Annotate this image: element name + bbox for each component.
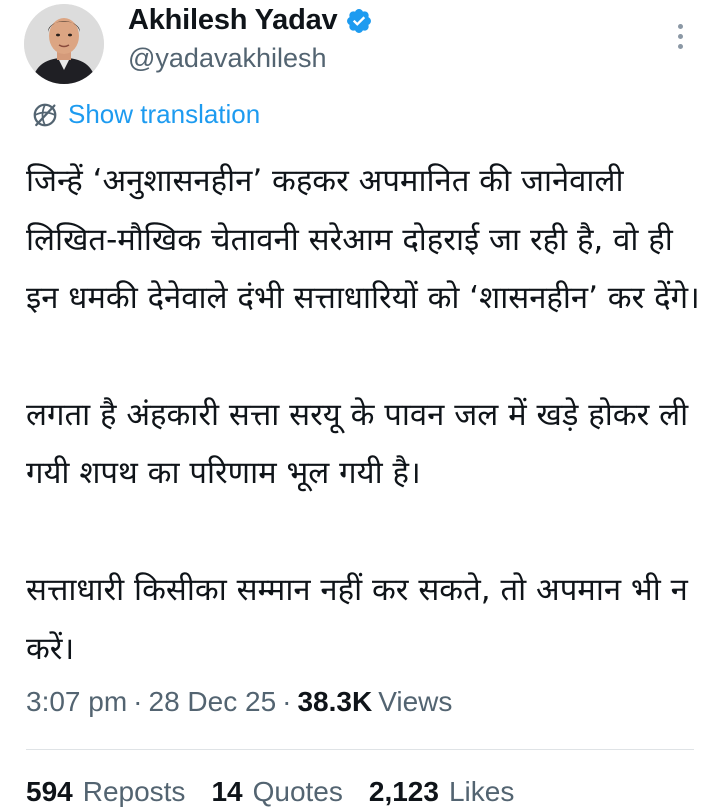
divider	[26, 749, 694, 750]
author-name-row[interactable]: Akhilesh Yadav	[128, 4, 373, 37]
quotes-count: 14	[211, 776, 243, 807]
quotes-label: Quotes	[252, 776, 343, 807]
show-translation-button[interactable]: Show translation	[30, 99, 260, 130]
author-display-name[interactable]: Akhilesh Yadav	[128, 4, 338, 37]
verified-badge-icon	[347, 8, 372, 33]
reposts-count: 594	[26, 776, 73, 807]
tweet-text: जिन्हें ‘अनुशासनहीन’ कहकर अपमानित की जान…	[26, 152, 701, 678]
likes-label: Likes	[448, 776, 515, 807]
more-dot-icon	[677, 33, 683, 39]
author-handle[interactable]: @yadavakhilesh	[128, 43, 327, 74]
likes-link[interactable]: 2,123 Likes	[369, 776, 514, 808]
avatar[interactable]	[24, 4, 104, 84]
tweet-date[interactable]: 28 Dec 25	[149, 686, 277, 718]
views-count[interactable]: 38.3K	[297, 686, 372, 718]
likes-count: 2,123	[368, 776, 439, 807]
more-options-button[interactable]	[668, 16, 692, 56]
tweet-meta: 3:07 pm · 28 Dec 25 · 38.3K Views	[26, 686, 452, 718]
views-label[interactable]: Views	[378, 686, 452, 718]
meta-separator: ·	[133, 686, 143, 717]
reposts-link[interactable]: 594 Reposts	[26, 776, 185, 808]
tweet-paragraph: लगता है अंहकारी सत्ता सरयू के पावन जल मे…	[26, 396, 689, 492]
show-translation-label[interactable]: Show translation	[68, 99, 260, 130]
more-dot-icon	[677, 43, 683, 49]
tweet-time[interactable]: 3:07 pm	[26, 686, 127, 718]
tweet-paragraph: जिन्हें ‘अनुशासनहीन’ कहकर अपमानित की जान…	[26, 163, 700, 317]
globe-slash-icon	[33, 103, 57, 126]
profile-photo	[24, 4, 104, 84]
tweet-paragraph: सत्ताधारी किसीका सम्मान नहीं कर सकते, तो…	[26, 571, 688, 667]
meta-separator: ·	[282, 686, 292, 717]
more-dot-icon	[677, 23, 683, 29]
reposts-label: Reposts	[82, 776, 186, 807]
engagement-stats: 594 Reposts 14 Quotes 2,123 Likes	[26, 776, 540, 808]
quotes-link[interactable]: 14 Quotes	[211, 776, 342, 808]
